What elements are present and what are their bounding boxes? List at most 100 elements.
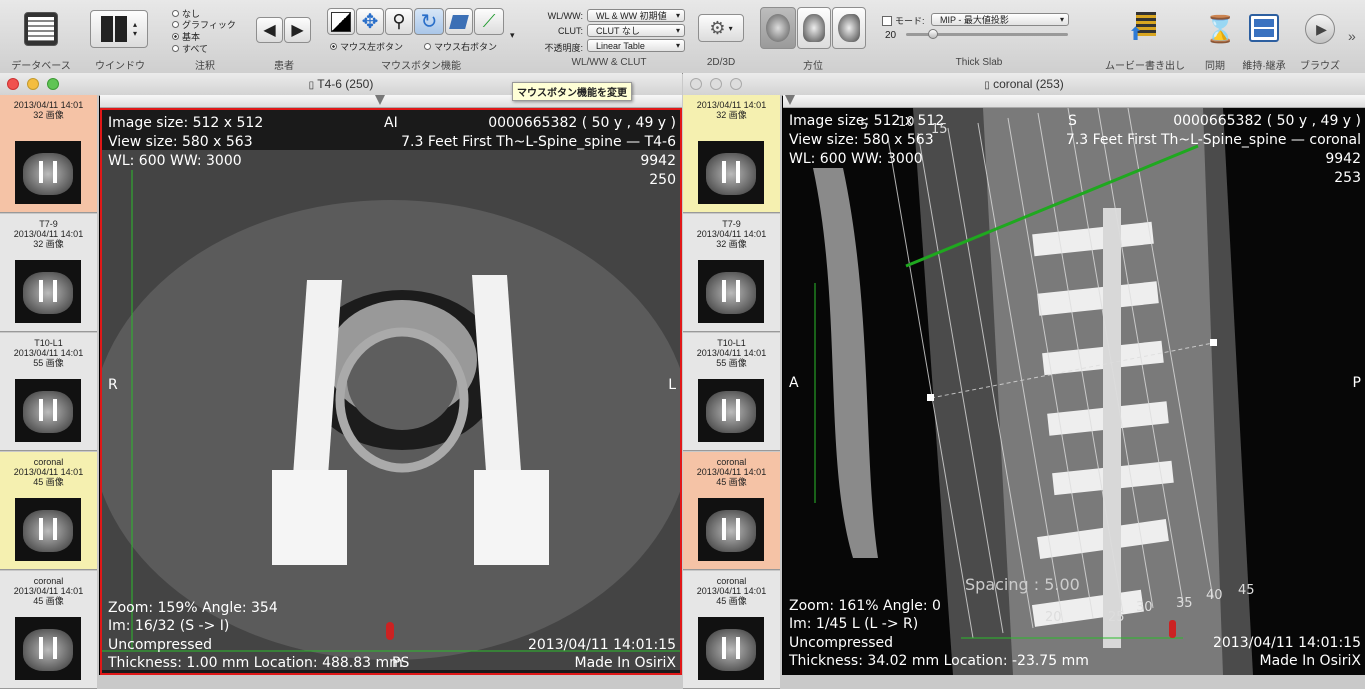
annotation-option-all[interactable]: すべて <box>172 42 208 55</box>
made-in-text: Made In OsiriX <box>574 655 677 671</box>
axial-ct-image <box>102 110 680 673</box>
series-date: 2013/04/11 14:01 <box>696 100 767 110</box>
thick-mode-label: モード: <box>895 16 925 26</box>
database-icon <box>28 17 54 41</box>
slider-knob[interactable] <box>375 95 385 105</box>
series-thumbnail[interactable]: coronal 2013/04/11 14:01 45 画像 <box>683 571 780 689</box>
thickness-text: Thickness: 34.02 mm Location: -23.75 mm <box>789 653 1089 669</box>
toolbar: データベース ▴ ▾ ウインドウ なし グラフィック 基本 すべて 注釈 ◀ ▶ … <box>0 0 1365 74</box>
orientation-label: 方位 <box>803 61 823 72</box>
number-text: 250 <box>649 172 676 188</box>
window-layout-icon <box>100 16 127 42</box>
tool-scroll-button[interactable] <box>445 8 473 35</box>
series-thumbnail[interactable]: 2013/04/11 14:01 32 画像 <box>0 95 97 213</box>
mouse-label: マウスボタン機能 <box>381 61 461 72</box>
radio-selected-icon <box>330 43 337 50</box>
browse-play-button[interactable]: ▶ <box>1305 14 1335 44</box>
image-viewer[interactable]: Image size: 512 x 512 View size: 580 x 5… <box>783 108 1365 675</box>
slab-number-label: 10 <box>898 115 915 130</box>
previous-patient-button[interactable]: ◀ <box>256 17 283 43</box>
slider-knob[interactable] <box>785 95 795 105</box>
arrow-right-icon: ▶ <box>291 22 304 39</box>
image-slider[interactable] <box>783 95 1365 108</box>
mouse-menu-chevron-icon[interactable]: ▾ <box>510 30 515 41</box>
series-count: 45 画像 <box>33 596 64 606</box>
database-label: データベース <box>11 61 71 72</box>
series-preview-image <box>698 498 764 561</box>
next-patient-button[interactable]: ▶ <box>284 17 311 43</box>
series-name: T10-L1 <box>717 338 746 348</box>
compression-text: Uncompressed <box>789 635 894 651</box>
left-viewer-window: ▯ T4-6 (250) 2013/04/11 14:01 32 画像 T7-9 20… <box>0 73 682 689</box>
series-date: 2013/04/11 14:01 <box>13 586 84 596</box>
thick-mode-checkbox[interactable]: モード: <box>882 14 925 27</box>
study-text: 7.3 Feet First Th~L-Spine_spine — T4-6 <box>401 134 676 150</box>
movie-export-button[interactable]: ⬆ <box>1128 10 1160 46</box>
twod3d-label: 2D/3D <box>706 57 736 68</box>
play-icon: ▶ <box>1316 20 1327 37</box>
keep-button[interactable] <box>1249 14 1279 42</box>
annotation-label: 注釈 <box>195 61 215 72</box>
grid-icon <box>1254 19 1274 37</box>
thick-slider[interactable] <box>906 29 1068 39</box>
spacing-text: Spacing : 5.00 <box>965 575 1080 594</box>
magnifier-icon: ⚲ <box>392 11 406 31</box>
orientation-sagittal-button[interactable] <box>832 7 866 49</box>
tool-measure-button[interactable]: ⟋ <box>474 8 504 35</box>
series-thumbnail[interactable]: T7-9 2013/04/11 14:01 32 画像 <box>683 214 780 332</box>
wlww-select[interactable]: WL & WW 初期値 <box>587 9 685 22</box>
series-thumbnail[interactable]: coronal 2013/04/11 14:01 45 画像 <box>0 452 97 570</box>
series-date: 2013/04/11 14:01 <box>13 348 84 358</box>
thickness-text: Thickness: 1.00 mm Location: 488.83 mm <box>108 655 403 671</box>
series-thumbnail[interactable]: T10-L1 2013/04/11 14:01 55 画像 <box>683 333 780 451</box>
series-thumbnail[interactable]: coronal 2013/04/11 14:01 45 画像 <box>0 571 97 689</box>
series-sidebar: 2013/04/11 14:01 32 画像 T7-9 2013/04/11 14:0… <box>683 95 782 689</box>
series-thumbnail[interactable]: 2013/04/11 14:01 32 画像 <box>683 95 780 213</box>
image-index-text: Im: 16/32 (S -> I) <box>108 618 230 634</box>
series-thumbnail[interactable]: T10-L1 2013/04/11 14:01 55 画像 <box>0 333 97 451</box>
slider-knob[interactable] <box>928 29 938 39</box>
orientation-coronal-button[interactable] <box>797 7 831 49</box>
series-date: 2013/04/11 14:01 <box>696 229 767 239</box>
image-viewer[interactable]: Image size: 512 x 512 View size: 580 x 5… <box>100 108 682 675</box>
series-date: 2013/04/11 14:01 <box>696 348 767 358</box>
mouse-left-option[interactable]: マウス左ボタン <box>330 40 403 53</box>
thick-value: 20 <box>885 30 897 41</box>
tool-zoom-button[interactable]: ⚲ <box>385 8 413 35</box>
slab-number-label: 25 <box>1108 610 1125 625</box>
number-text: 9942 <box>1325 151 1361 167</box>
series-count: 45 画像 <box>33 477 64 487</box>
series-name: coronal <box>33 576 64 586</box>
sync-button[interactable]: ⌛ <box>1204 10 1236 48</box>
movie-label: ムービー書き出し <box>1105 61 1185 72</box>
tool-rotate-button[interactable]: ↻ <box>414 8 444 35</box>
tool-wlww-button[interactable] <box>327 8 355 35</box>
opacity-select[interactable]: Linear Table <box>587 39 685 52</box>
toolbar-overflow-icon[interactable]: » <box>1348 28 1356 44</box>
series-count: 32 画像 <box>33 239 64 249</box>
series-preview-image <box>15 379 81 442</box>
tool-move-button[interactable]: ✥ <box>356 8 384 35</box>
series-thumbnail[interactable]: coronal 2013/04/11 14:01 45 画像 <box>683 452 780 570</box>
window-layout-button[interactable]: ▴ ▾ <box>90 10 148 48</box>
series-date: 2013/04/11 14:01 <box>13 467 84 477</box>
option-label: すべて <box>182 44 209 54</box>
clut-select[interactable]: CLUT なし <box>587 24 685 37</box>
patient-id-text: 0000665382 ( 50 y , 49 y ) <box>488 115 676 131</box>
radio-icon <box>172 10 179 17</box>
mouse-right-option[interactable]: マウス右ボタン <box>424 40 497 53</box>
series-date: 2013/04/11 14:01 <box>13 100 84 110</box>
orientation-axial-button[interactable] <box>760 7 796 49</box>
image-size-text: Image size: 512 x 512 <box>108 115 264 131</box>
series-thumbnail[interactable]: T7-9 2013/04/11 14:01 32 画像 <box>0 214 97 332</box>
right-viewer-window: ▯ coronal (253) 2013/04/11 14:01 32 画像 T7-… <box>683 73 1365 689</box>
gear-icon: ⚙ <box>709 17 726 38</box>
thick-mode-select[interactable]: MIP - 最大値投影 <box>931 13 1069 26</box>
series-preview-image <box>698 141 764 204</box>
slab-number-label: 5 <box>860 118 869 133</box>
image-index-text: Im: 1/45 L (L -> R) <box>789 616 919 632</box>
database-button[interactable] <box>24 12 58 46</box>
twod3d-button[interactable]: ⚙ ▾ <box>698 14 744 42</box>
radio-icon <box>424 43 431 50</box>
series-count: 55 画像 <box>33 358 64 368</box>
